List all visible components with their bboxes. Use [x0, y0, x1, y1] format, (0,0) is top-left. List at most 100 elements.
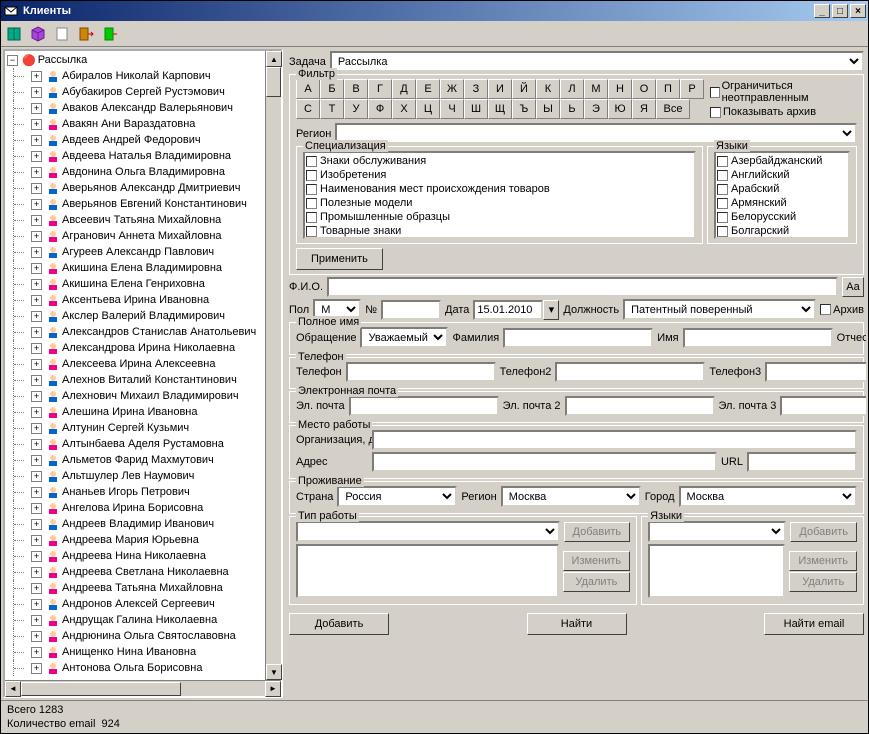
tree-item[interactable]: +Алехнов Виталий Константинович — [5, 372, 265, 388]
tree-expander[interactable]: + — [31, 295, 42, 306]
alpha-cell[interactable]: Ж — [440, 79, 464, 99]
task-select[interactable]: Рассылка — [330, 51, 864, 72]
alpha-cell[interactable]: Я — [632, 99, 656, 119]
alpha-cell[interactable]: Л — [560, 79, 584, 99]
phone2-input[interactable] — [555, 362, 705, 382]
limit-unsent-checkbox[interactable]: Ограничиться неотправленным — [710, 80, 857, 104]
country-select[interactable]: Россия — [337, 486, 457, 507]
tree-expander[interactable]: + — [31, 663, 42, 674]
tree-item[interactable]: +Аверьянов Александр Дмитриевич — [5, 180, 265, 196]
tree-expander[interactable]: + — [31, 407, 42, 418]
date-input[interactable] — [473, 300, 543, 320]
tree-expander[interactable]: + — [31, 423, 42, 434]
show-archive-checkbox[interactable]: Показывать архив — [710, 106, 857, 118]
num-input[interactable] — [381, 300, 441, 320]
list-option[interactable]: Полезные модели — [306, 196, 693, 210]
alpha-cell[interactable]: Е — [416, 79, 440, 99]
langs2-del-button[interactable]: Удалить — [789, 572, 857, 592]
tree-item[interactable]: +Антонова Ольга Борисовна — [5, 660, 265, 676]
worktype-select[interactable] — [296, 521, 560, 542]
tree-item[interactable]: +Александрова Ирина Николаевна — [5, 340, 265, 356]
alpha-cell[interactable]: В — [344, 79, 368, 99]
phone3-input[interactable] — [765, 362, 866, 382]
tree-expander[interactable]: + — [31, 71, 42, 82]
tree-item[interactable]: +Андронов Алексей Сергеевич — [5, 596, 265, 612]
tree-item[interactable]: +Аваков Александр Валерьянович — [5, 100, 265, 116]
tree-hscroll[interactable]: ◄ ► — [5, 680, 281, 696]
check-icon[interactable] — [306, 226, 317, 237]
tree-item[interactable]: +Аверьянов Евгений Константинович — [5, 196, 265, 212]
tree-expander[interactable]: + — [31, 327, 42, 338]
tree-item[interactable]: +Андрюнина Ольга Святославовна — [5, 628, 265, 644]
tree-item[interactable]: +Аксентьева Ирина Ивановна — [5, 292, 265, 308]
minimize-button[interactable]: _ — [814, 4, 830, 18]
region-select[interactable] — [335, 123, 857, 144]
tree-item[interactable]: +Абиралов Николай Карпович — [5, 68, 265, 84]
tree-expander[interactable]: + — [31, 183, 42, 194]
alpha-cell[interactable]: Ы — [536, 99, 560, 119]
check-icon[interactable] — [306, 198, 317, 209]
date-picker-button[interactable]: ▾ — [543, 300, 559, 320]
tree-item[interactable]: +Алексеева Ирина Алексеевна — [5, 356, 265, 372]
worktype-del-button[interactable]: Удалить — [563, 572, 631, 592]
tree-expander[interactable]: + — [31, 615, 42, 626]
scroll-up-button[interactable]: ▲ — [266, 51, 282, 67]
tree-item[interactable]: +Андреева Нина Николаевна — [5, 548, 265, 564]
check-icon[interactable] — [717, 198, 728, 209]
tree-expander[interactable]: + — [31, 199, 42, 210]
tree-item[interactable]: +Альметов Фарид Махмутович — [5, 452, 265, 468]
tree-item[interactable]: +Андреев Владимир Иванович — [5, 516, 265, 532]
tree-expander[interactable]: + — [31, 103, 42, 114]
langs2-add-button[interactable]: Добавить — [790, 522, 857, 542]
tree-expander[interactable]: + — [31, 247, 42, 258]
toolbar-exit-icon[interactable] — [77, 25, 95, 43]
alpha-cell[interactable]: Э — [584, 99, 608, 119]
tree-expander[interactable]: + — [31, 535, 42, 546]
case-toggle-button[interactable]: Aa — [842, 277, 864, 297]
phone1-input[interactable] — [346, 362, 496, 382]
worktype-edit-button[interactable]: Изменить — [563, 551, 631, 571]
tree-expander[interactable]: + — [31, 567, 42, 578]
toolbar-door-icon[interactable] — [101, 25, 119, 43]
url-input[interactable] — [747, 452, 857, 472]
list-option[interactable]: Знаки обслуживания — [306, 154, 693, 168]
alpha-cell[interactable]: Н — [608, 79, 632, 99]
tree-expander[interactable]: + — [31, 519, 42, 530]
tree-item[interactable]: +Анищенко Нина Ивановна — [5, 644, 265, 660]
alpha-cell[interactable]: С — [296, 99, 320, 119]
alpha-cell[interactable]: Все — [656, 99, 690, 119]
tree-expander[interactable]: + — [31, 119, 42, 130]
alpha-cell[interactable]: П — [656, 79, 680, 99]
tree-expander[interactable]: − — [7, 55, 18, 66]
tree-item[interactable]: +Ананьев Игорь Петрович — [5, 484, 265, 500]
tree-expander[interactable]: + — [31, 647, 42, 658]
alpha-cell[interactable]: Ф — [368, 99, 392, 119]
tree-expander[interactable]: + — [31, 231, 42, 242]
toolbar-cube-icon[interactable] — [29, 25, 47, 43]
tree-expander[interactable]: + — [31, 167, 42, 178]
find-email-button[interactable]: Найти email — [764, 613, 864, 635]
check-icon[interactable] — [306, 184, 317, 195]
alpha-cell[interactable]: Ш — [464, 99, 488, 119]
tree-expander[interactable]: + — [31, 455, 42, 466]
alpha-cell[interactable]: Щ — [488, 99, 512, 119]
tree-item[interactable]: +Андреева Татьяна Михайловна — [5, 580, 265, 596]
surname-input[interactable] — [503, 328, 653, 348]
alpha-cell[interactable]: Ц — [416, 99, 440, 119]
tree-expander[interactable]: + — [31, 375, 42, 386]
list-option[interactable]: Болгарский — [717, 224, 847, 238]
tree-item[interactable]: +Алешина Ирина Ивановна — [5, 404, 265, 420]
tree-expander[interactable]: + — [31, 391, 42, 402]
tree-expander[interactable]: + — [31, 279, 42, 290]
tree-item[interactable]: +Авсеевич Татьяна Михайловна — [5, 212, 265, 228]
tree-expander[interactable]: + — [31, 135, 42, 146]
tree-expander[interactable]: + — [31, 583, 42, 594]
list-option[interactable]: Товарные знаки — [306, 224, 693, 238]
check-icon[interactable] — [306, 156, 317, 167]
client-tree[interactable]: −🔴Рассылка+Абиралов Николай Карпович+Абу… — [5, 51, 281, 680]
alpha-cell[interactable]: Б — [320, 79, 344, 99]
toolbar-page-icon[interactable] — [53, 25, 71, 43]
alpha-cell[interactable]: З — [464, 79, 488, 99]
tree-expander[interactable]: + — [31, 311, 42, 322]
tree-expander[interactable]: + — [31, 599, 42, 610]
